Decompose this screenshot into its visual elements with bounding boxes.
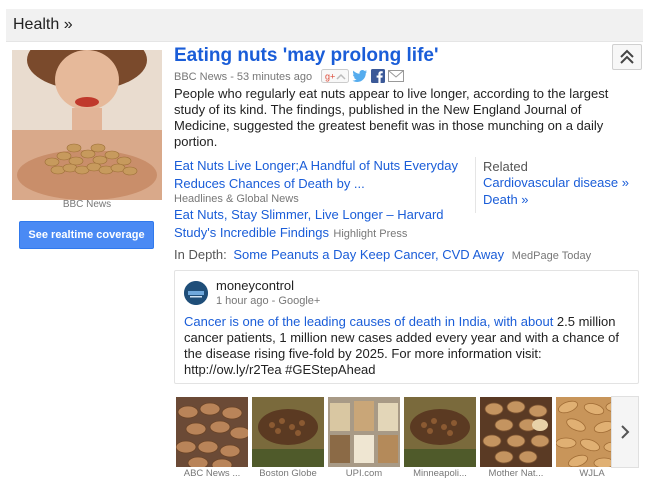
- post-network: Google+: [278, 295, 321, 307]
- related-heading: Related: [483, 159, 528, 174]
- social-post-card: moneycontrol 1 hour ago - Google+ Cancer…: [174, 270, 639, 384]
- thumbnail-caption: ABC News ...: [183, 468, 241, 479]
- collapse-button[interactable]: [612, 44, 642, 70]
- related-topics: Related Cardiovascular disease » Death »: [475, 157, 640, 213]
- related-topic-death[interactable]: Death »: [483, 191, 640, 208]
- see-realtime-coverage-button[interactable]: See realtime coverage: [19, 221, 154, 249]
- story-time: 53 minutes ago: [236, 71, 313, 83]
- thumbnail-strip: ABC News ... Boston Globe UPI.com Minnea…: [176, 397, 628, 479]
- meta-separator: -: [230, 71, 234, 83]
- in-depth: In Depth: Some Peanuts a Day Keep Cancer…: [174, 247, 591, 262]
- svg-text:g+: g+: [325, 71, 335, 81]
- double-chevron-up-icon: [620, 49, 634, 64]
- thumbnail-image: [252, 397, 324, 467]
- share-icons: g+: [318, 68, 405, 86]
- thumbnail-caption: Mother Nat...: [488, 468, 544, 479]
- thumbnail-image: [480, 397, 552, 467]
- post-link[interactable]: Cancer is one of the leading causes of d…: [184, 314, 553, 329]
- section-header: Health »: [6, 9, 643, 42]
- thumbnail[interactable]: UPI.com: [328, 397, 400, 479]
- post-body: Cancer is one of the leading causes of d…: [184, 314, 634, 378]
- avatar[interactable]: [184, 281, 208, 305]
- story-meta: BBC News - 53 minutes ago g+: [174, 68, 405, 86]
- thumbnail-caption: Boston Globe: [259, 468, 317, 479]
- story-headline[interactable]: Eating nuts 'may prolong life': [174, 45, 439, 67]
- in-depth-source: MedPage Today: [511, 250, 592, 262]
- twitter-icon[interactable]: [352, 69, 368, 86]
- thumbnail[interactable]: ABC News ...: [176, 397, 248, 479]
- post-author[interactable]: moneycontrol: [216, 278, 294, 293]
- related-article: Eat Nuts, Stay Slimmer, Live Longer – Ha…: [174, 206, 474, 242]
- thumbnail-caption: UPI.com: [345, 468, 383, 479]
- post-meta: 1 hour ago - Google+: [216, 295, 320, 307]
- thumbnail-caption: Minneapoli...: [413, 468, 467, 479]
- related-article: Eat Nuts Live Longer;A Handful of Nuts E…: [174, 157, 474, 205]
- post-meta-separator: -: [271, 295, 276, 307]
- in-depth-link[interactable]: Some Peanuts a Day Keep Cancer, CVD Away: [233, 247, 504, 262]
- related-article-source: Highlight Press: [333, 228, 408, 240]
- facebook-icon[interactable]: [371, 68, 386, 86]
- related-article-source: Headlines & Global News: [174, 193, 299, 205]
- thumbnail-image: [404, 397, 476, 467]
- google-plus-icon[interactable]: g+: [321, 68, 350, 86]
- next-thumbnails-button[interactable]: [611, 396, 639, 468]
- post-time: 1 hour ago: [216, 295, 269, 307]
- email-icon[interactable]: [388, 69, 405, 85]
- thumbnail[interactable]: Mother Nat...: [480, 397, 552, 479]
- related-article-link[interactable]: Eat Nuts Live Longer;A Handful of Nuts E…: [174, 158, 458, 191]
- thumbnail[interactable]: Minneapoli...: [404, 397, 476, 479]
- chevron-right-icon: [621, 425, 630, 439]
- lead-image[interactable]: [12, 50, 162, 200]
- section-title[interactable]: Health »: [13, 16, 73, 34]
- thumbnail-caption: WJLA: [579, 468, 605, 479]
- lead-image-caption: BBC News: [62, 199, 112, 210]
- story-snippet: People who regularly eat nuts appear to …: [174, 86, 609, 149]
- story-source: BBC News: [174, 71, 228, 83]
- related-topic-cardiovascular-disease[interactable]: Cardiovascular disease »: [483, 174, 640, 191]
- thumbnail-image: [328, 397, 400, 467]
- in-depth-label: In Depth:: [174, 247, 227, 262]
- thumbnail-image: [176, 397, 248, 467]
- thumbnail[interactable]: Boston Globe: [252, 397, 324, 479]
